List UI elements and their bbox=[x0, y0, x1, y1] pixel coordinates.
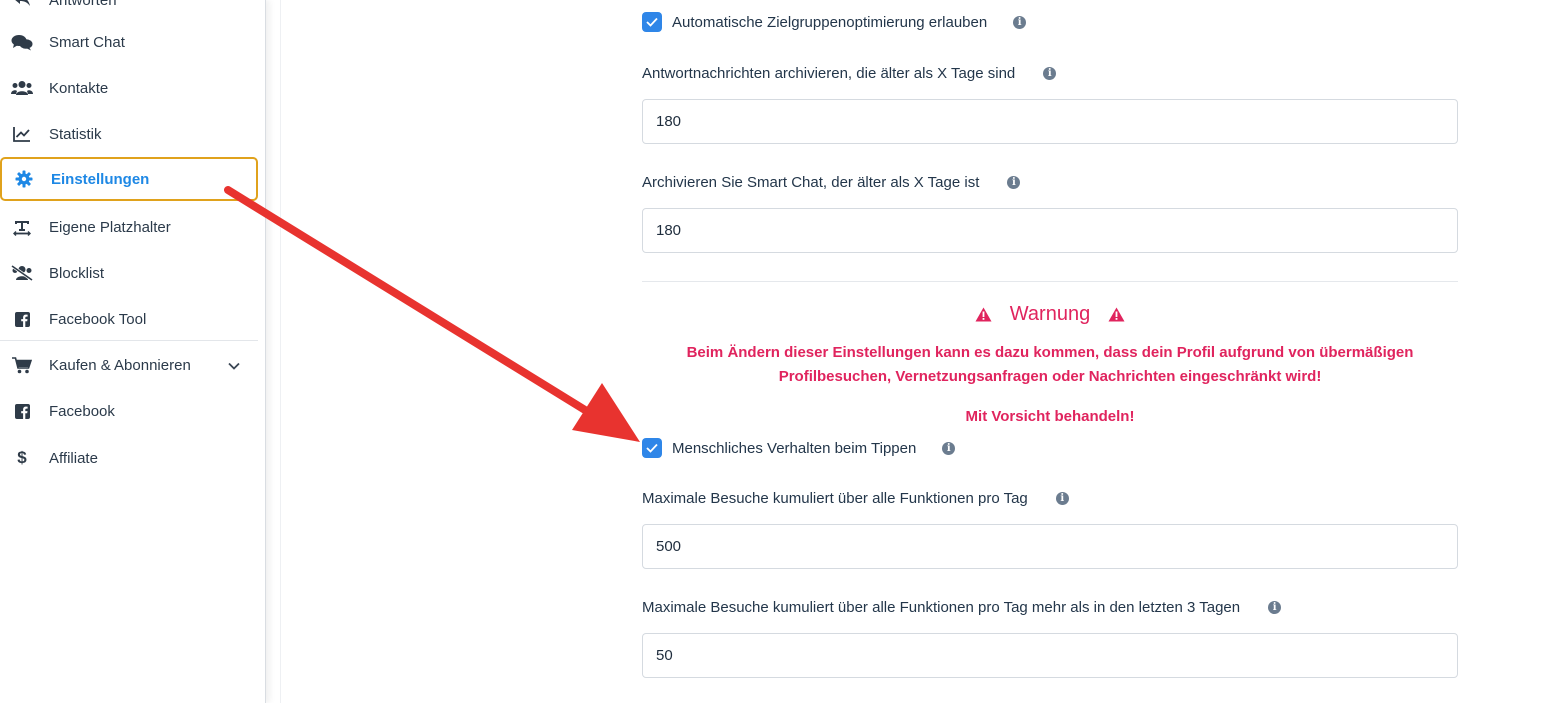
sidebar-item-label: Eigene Platzhalter bbox=[49, 218, 171, 236]
gear-icon bbox=[13, 170, 35, 188]
sidebar-item-label: Statistik bbox=[49, 125, 102, 143]
info-icon[interactable]: i bbox=[1043, 67, 1057, 80]
warning-message: Beim Ändern dieser Einstellungen kann es… bbox=[642, 341, 1458, 389]
sidebar-item-label: Affiliate bbox=[49, 449, 98, 467]
max-visits-label: Maximale Besuche kumuliert über alle Fun… bbox=[642, 490, 1028, 507]
max-visits-extra-label: Maximale Besuche kumuliert über alle Fun… bbox=[642, 599, 1241, 616]
max-visits-input[interactable] bbox=[642, 524, 1458, 569]
sidebar-item-label: Einstellungen bbox=[51, 170, 150, 188]
sidebar-item-label: Kaufen & Abonnieren bbox=[49, 356, 191, 374]
warning-heading: Warnung bbox=[642, 303, 1458, 326]
sidebar-item-label: Smart Chat bbox=[49, 33, 125, 51]
text-format-icon bbox=[11, 219, 33, 236]
warning-caution: Mit Vorsicht behandeln! bbox=[965, 408, 1135, 425]
sidebar-item-label: Facebook Tool bbox=[49, 310, 147, 328]
archive-replies-input[interactable] bbox=[642, 99, 1458, 144]
max-visits-extra-input[interactable] bbox=[642, 633, 1458, 678]
sidebar-item-blocklist[interactable]: Blocklist bbox=[0, 251, 258, 295]
sidebar-item-facebook[interactable]: Facebook bbox=[0, 389, 258, 433]
sidebar-item-affiliate[interactable]: $ Affiliate bbox=[0, 436, 258, 480]
auto-targeting-checkbox[interactable] bbox=[642, 12, 662, 32]
human-typing-row: Menschliches Verhalten beim Tippen i bbox=[642, 438, 956, 458]
max-visits-label-row: Maximale Besuche kumuliert über alle Fun… bbox=[642, 490, 1069, 507]
info-icon[interactable]: i bbox=[942, 441, 956, 455]
dollar-icon: $ bbox=[17, 448, 27, 467]
sidebar-item-einstellungen[interactable]: Einstellungen bbox=[0, 157, 258, 201]
info-icon[interactable]: i bbox=[1268, 601, 1282, 614]
cart-icon bbox=[11, 356, 33, 374]
section-divider bbox=[642, 281, 1458, 282]
sidebar-item-smart-chat[interactable]: Smart Chat bbox=[0, 20, 258, 64]
max-visits-extra-label-row: Maximale Besuche kumuliert über alle Fun… bbox=[642, 599, 1282, 616]
sidebar-item-antworten[interactable]: Antworten bbox=[0, 0, 258, 22]
chevron-down-icon[interactable] bbox=[228, 357, 240, 374]
info-icon[interactable]: i bbox=[1013, 15, 1027, 29]
auto-targeting-label: Automatische Zielgruppenoptimierung erla… bbox=[672, 13, 988, 31]
sidebar-item-facebook-tool[interactable]: Facebook Tool bbox=[0, 297, 258, 341]
sidebar-item-label: Facebook bbox=[49, 402, 115, 420]
auto-targeting-row: Automatische Zielgruppenoptimierung erla… bbox=[642, 12, 1027, 32]
warning-triangle-icon bbox=[975, 307, 992, 322]
sidebar-item-label: Antworten bbox=[49, 0, 117, 9]
warning-title: Warnung bbox=[1009, 303, 1091, 325]
content-divider bbox=[280, 0, 281, 703]
sidebar-divider bbox=[0, 340, 258, 341]
sidebar: Antworten Smart Chat Kontakte Statistik … bbox=[0, 0, 266, 703]
users-slash-icon bbox=[11, 265, 33, 281]
archive-smartchat-input[interactable] bbox=[642, 208, 1458, 253]
warning-line-2: Profilbesuchen, Vernetzungsanfragen oder… bbox=[778, 368, 1322, 385]
archive-replies-label: Antwortnachrichten archivieren, die älte… bbox=[642, 65, 1016, 82]
users-icon bbox=[11, 80, 33, 96]
facebook-square-icon bbox=[11, 311, 33, 327]
facebook-square-icon bbox=[11, 403, 33, 419]
sidebar-item-kontakte[interactable]: Kontakte bbox=[0, 66, 258, 110]
human-typing-label: Menschliches Verhalten beim Tippen bbox=[672, 439, 917, 457]
line-chart-icon bbox=[11, 126, 33, 142]
archive-smartchat-label-row: Archivieren Sie Smart Chat, der älter al… bbox=[642, 174, 1021, 191]
sidebar-item-label: Kontakte bbox=[49, 79, 109, 97]
sidebar-item-label: Blocklist bbox=[49, 264, 105, 282]
info-icon[interactable]: i bbox=[1055, 492, 1069, 505]
warning-line-1: Beim Ändern dieser Einstellungen kann es… bbox=[686, 344, 1414, 361]
archive-replies-label-row: Antwortnachrichten archivieren, die älte… bbox=[642, 65, 1057, 82]
sidebar-item-eigene-platzhalter[interactable]: Eigene Platzhalter bbox=[0, 205, 258, 249]
human-typing-checkbox[interactable] bbox=[642, 438, 662, 458]
info-icon[interactable]: i bbox=[1007, 176, 1021, 189]
sidebar-item-kaufen-abonnieren[interactable]: Kaufen & Abonnieren bbox=[0, 343, 258, 387]
chat-bubbles-icon bbox=[11, 34, 33, 51]
sidebar-item-statistik[interactable]: Statistik bbox=[0, 112, 258, 156]
archive-smartchat-label: Archivieren Sie Smart Chat, der älter al… bbox=[642, 174, 980, 191]
replies-icon bbox=[11, 0, 33, 8]
warning-triangle-icon bbox=[1108, 307, 1125, 322]
